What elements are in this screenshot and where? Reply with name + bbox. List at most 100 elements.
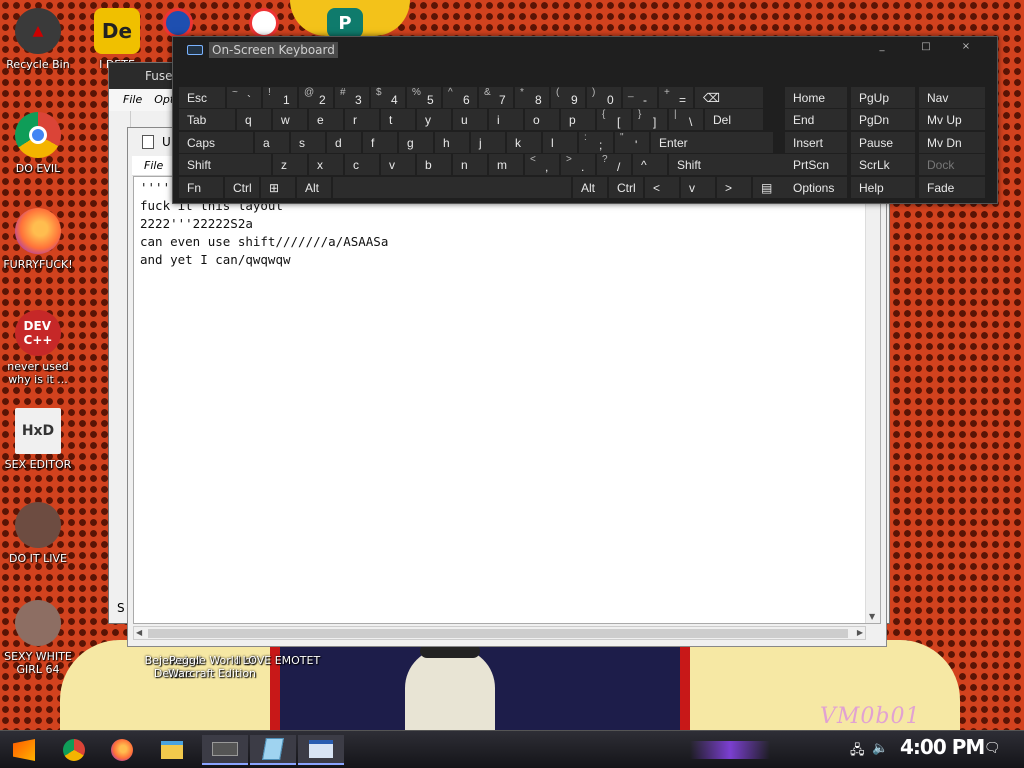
key-help[interactable]: Help bbox=[851, 176, 915, 198]
desktop-icon-chrome[interactable]: DO EVIL bbox=[0, 112, 79, 175]
key-symbol[interactable]: | \ bbox=[669, 109, 703, 131]
key-2[interactable]: @2 bbox=[299, 87, 333, 108]
key-fade[interactable]: Fade bbox=[919, 176, 985, 198]
horizontal-scrollbar[interactable]: ◀ ▶ bbox=[133, 626, 866, 640]
key-p[interactable]: p bbox=[561, 109, 595, 131]
key-symbol[interactable]: >. bbox=[561, 154, 595, 176]
key-g[interactable]: g bbox=[399, 131, 433, 153]
notifications-icon[interactable]: 🗨 bbox=[984, 741, 1001, 756]
key-e[interactable]: e bbox=[309, 109, 343, 131]
key-ctrl[interactable]: Ctrl bbox=[225, 176, 259, 198]
key-t[interactable]: t bbox=[381, 109, 415, 131]
key-symbol[interactable]: > bbox=[717, 176, 751, 198]
key-y[interactable]: y bbox=[417, 109, 451, 131]
key-ctrl[interactable]: Ctrl bbox=[609, 176, 643, 198]
desktop-icon-emotet[interactable]: I LOVE EMOTET bbox=[228, 654, 328, 667]
key-3[interactable]: #3 bbox=[335, 87, 369, 108]
key-scrlk[interactable]: ScrLk bbox=[851, 154, 915, 176]
key-symbol[interactable]: {[ bbox=[597, 109, 631, 131]
key-9[interactable]: (9 bbox=[551, 87, 585, 108]
key-k[interactable]: k bbox=[507, 131, 541, 153]
key-mv-up[interactable]: Mv Up bbox=[919, 109, 985, 131]
key-home[interactable]: Home bbox=[785, 87, 847, 108]
key-pgdn[interactable]: PgDn bbox=[851, 109, 915, 131]
key-s[interactable]: s bbox=[291, 131, 325, 153]
taskbar-file-explorer[interactable] bbox=[152, 735, 192, 765]
key-dock[interactable]: Dock bbox=[919, 154, 985, 176]
key-pgup[interactable]: PgUp bbox=[851, 87, 915, 108]
key-h[interactable]: h bbox=[435, 131, 469, 153]
key-symbol[interactable]: :; bbox=[579, 131, 613, 153]
key-0[interactable]: ) 0 bbox=[587, 87, 621, 108]
scroll-right-icon[interactable]: ▶ bbox=[857, 628, 863, 637]
menu-file[interactable]: File bbox=[144, 159, 163, 172]
scroll-down-icon[interactable]: ▼ bbox=[869, 612, 875, 621]
taskbar-firefox[interactable] bbox=[102, 735, 142, 765]
desktop-icon-sexy-white-girl-64[interactable]: SEXY WHITE GIRL 64 bbox=[0, 600, 79, 676]
key-7[interactable]: & 7 bbox=[479, 87, 513, 108]
scroll-left-icon[interactable]: ◀ bbox=[136, 628, 142, 637]
key-4[interactable]: $4 bbox=[371, 87, 405, 108]
key-blank[interactable] bbox=[333, 176, 571, 198]
key-1[interactable]: ! 1 bbox=[263, 87, 297, 108]
key-q[interactable]: q bbox=[237, 109, 271, 131]
close-button[interactable]: × bbox=[951, 41, 981, 59]
key-mv-dn[interactable]: Mv Dn bbox=[919, 131, 985, 153]
scroll-thumb[interactable] bbox=[148, 629, 848, 638]
key-m[interactable]: m bbox=[489, 154, 523, 176]
key-u[interactable]: u bbox=[453, 109, 487, 131]
taskbar-on-screen-keyboard[interactable] bbox=[202, 735, 248, 765]
key-symbol[interactable]: ? / bbox=[597, 154, 631, 176]
key-i[interactable]: i bbox=[489, 109, 523, 131]
key-fn[interactable]: Fn bbox=[179, 176, 223, 198]
taskbar-app-window[interactable] bbox=[298, 735, 344, 765]
key-del[interactable]: Del bbox=[705, 109, 763, 131]
key-w[interactable]: w bbox=[273, 109, 307, 131]
taskbar-notepad[interactable] bbox=[250, 735, 296, 765]
key-a[interactable]: a bbox=[255, 131, 289, 153]
key-caps[interactable]: Caps bbox=[179, 131, 253, 153]
volume-icon[interactable]: 🔈 bbox=[872, 741, 888, 756]
key-insert[interactable]: Insert bbox=[785, 131, 847, 153]
key-shift[interactable]: Shift bbox=[179, 154, 271, 176]
key-esc[interactable]: Esc bbox=[179, 87, 225, 108]
desktop-icon-hxd[interactable]: HxD SEX EDITOR bbox=[0, 408, 79, 471]
desktop-icon-do-it-live[interactable]: DO IT LIVE bbox=[0, 502, 79, 565]
key-l[interactable]: l bbox=[543, 131, 577, 153]
key-nav[interactable]: Nav bbox=[919, 87, 985, 108]
key-enter[interactable]: Enter bbox=[651, 131, 773, 153]
key-n[interactable]: n bbox=[453, 154, 487, 176]
network-icon[interactable]: 🖧 bbox=[850, 741, 865, 763]
start-button[interactable] bbox=[4, 735, 44, 765]
desktop-icon-devcpp[interactable]: DEV C++ never used why is it ... bbox=[0, 310, 79, 386]
key-o[interactable]: o bbox=[525, 109, 559, 131]
desktop-icon-app-top-2[interactable] bbox=[244, 8, 284, 38]
key-alt[interactable]: Alt bbox=[573, 176, 607, 198]
key-6[interactable]: ^ 6 bbox=[443, 87, 477, 108]
key-end[interactable]: End bbox=[785, 109, 847, 131]
key-symbol[interactable]: ⊞ bbox=[261, 176, 295, 198]
key-v[interactable]: v bbox=[381, 154, 415, 176]
menu-file[interactable]: File bbox=[123, 93, 142, 111]
key-symbol[interactable]: <, bbox=[525, 154, 559, 176]
key-symbol[interactable]: ~ ` bbox=[227, 87, 261, 108]
key-b[interactable]: b bbox=[417, 154, 451, 176]
key-5[interactable]: % 5 bbox=[407, 87, 441, 108]
desktop-icon-app-top[interactable] bbox=[158, 8, 198, 38]
notepad-window[interactable]: U File '''' fuck it this layout 2222'''2… bbox=[127, 127, 887, 647]
taskbar-chrome[interactable] bbox=[54, 735, 94, 765]
desktop-icon-recycle-bin[interactable]: ▲ Recycle Bin bbox=[0, 8, 79, 71]
key-8[interactable]: * 8 bbox=[515, 87, 549, 108]
key-symbol[interactable]: _ - bbox=[623, 87, 657, 108]
on-screen-keyboard-window[interactable]: On-Screen Keyboard _ □ × Esc ~ `! 1 @2 #3 $4% 5… bbox=[172, 36, 998, 204]
taskbar-clock[interactable]: 4:00 PM bbox=[900, 735, 985, 759]
maximize-button[interactable]: □ bbox=[911, 41, 941, 59]
key-v[interactable]: v bbox=[681, 176, 715, 198]
minimize-button[interactable]: _ bbox=[867, 41, 897, 59]
text-editor[interactable]: '''' fuck it this layout 2222'''22222S2a… bbox=[133, 176, 881, 624]
key-shift[interactable]: Shift bbox=[669, 154, 791, 176]
desktop-icon-firefox[interactable]: FURRYFUCK! bbox=[0, 208, 79, 271]
key-symbol[interactable]: ^ bbox=[633, 154, 667, 176]
key-symbol[interactable]: < bbox=[645, 176, 679, 198]
key-alt[interactable]: Alt bbox=[297, 176, 331, 198]
